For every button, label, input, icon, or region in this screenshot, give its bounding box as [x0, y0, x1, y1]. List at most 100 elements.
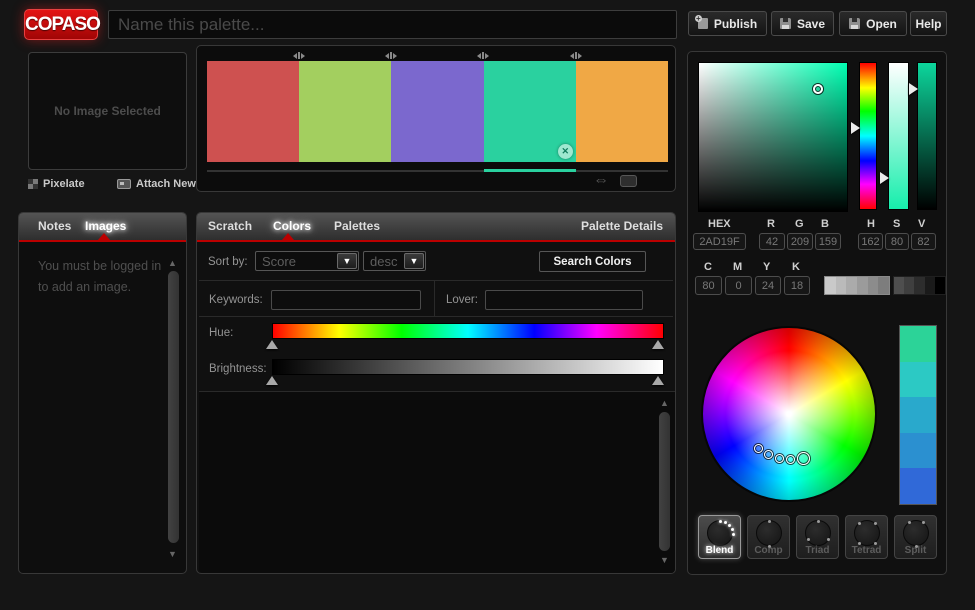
divider-sort-keywords: [199, 280, 673, 281]
publish-button[interactable]: + Publish: [688, 11, 767, 36]
value-vertical-bar[interactable]: [917, 62, 937, 210]
hue-bar-pointer[interactable]: [851, 122, 860, 134]
palette-name-input[interactable]: [108, 10, 677, 39]
pixelate-button[interactable]: Pixelate: [28, 178, 85, 190]
brightness-slider-handle-max[interactable]: [652, 376, 664, 385]
keywords-label: Keywords:: [209, 294, 263, 306]
publish-label: Publish: [714, 17, 757, 31]
blend-label: Blend: [699, 545, 740, 556]
gray-swatch[interactable]: [925, 277, 935, 294]
results-scrollbar-thumb[interactable]: [659, 412, 670, 551]
gray-swatch[interactable]: [935, 277, 945, 294]
sv-picker-marker[interactable]: [813, 84, 823, 94]
left-scrollbar-thumb[interactable]: [168, 271, 179, 543]
m-field[interactable]: [725, 276, 752, 295]
search-colors-label: Search Colors: [554, 256, 632, 268]
wheel-marker-1[interactable]: [754, 444, 763, 453]
lover-input[interactable]: [485, 290, 643, 310]
attach-new-button[interactable]: Attach New: [117, 178, 196, 190]
palette-swatch-5[interactable]: [576, 61, 668, 162]
comp-button[interactable]: Comp: [747, 515, 790, 559]
gray-swatch[interactable]: [846, 277, 857, 294]
hue-slider-handle-min[interactable]: [266, 340, 278, 349]
left-scroll-up-icon[interactable]: ▲: [168, 259, 177, 268]
tab-scratch[interactable]: Scratch: [208, 219, 252, 233]
hue-slider-handle-max[interactable]: [652, 340, 664, 349]
gray-swatch[interactable]: [825, 277, 836, 294]
wheel-marker-3[interactable]: [775, 454, 784, 463]
search-colors-button[interactable]: Search Colors: [539, 251, 646, 272]
save-floppy-icon: [780, 18, 791, 29]
swatch-divider-handle-2[interactable]: [380, 51, 402, 60]
c-field[interactable]: [695, 276, 722, 295]
remove-swatch-icon[interactable]: ✕: [558, 144, 573, 159]
gray-swatch[interactable]: [868, 277, 879, 294]
sort-dir-select[interactable]: desc ▼: [363, 251, 426, 271]
help-button[interactable]: Help: [910, 11, 947, 36]
tab-notes[interactable]: Notes: [38, 219, 71, 233]
color-picker-panel: HEX R G B H S V C M Y K: [687, 51, 947, 575]
palette-swatch-4-selected[interactable]: ✕: [484, 61, 576, 162]
image-preview-box: No Image Selected: [28, 52, 187, 170]
gray-swatch[interactable]: [914, 277, 924, 294]
results-scroll-down-icon[interactable]: ▼: [660, 556, 669, 565]
y-field[interactable]: [755, 276, 781, 295]
brightness-range-slider[interactable]: [272, 359, 664, 375]
palette-swatch-2[interactable]: [299, 61, 391, 162]
triad-button[interactable]: Triad: [796, 515, 839, 559]
wheel-marker-selected[interactable]: [797, 452, 810, 465]
saturation-bar-pointer[interactable]: [880, 172, 889, 184]
save-button[interactable]: Save: [771, 11, 834, 36]
column-swatch-4[interactable]: [900, 433, 936, 469]
swatch-divider-handle-3[interactable]: [472, 51, 494, 60]
wheel-marker-2[interactable]: [764, 450, 773, 459]
tetrad-label: Tetrad: [846, 545, 887, 556]
gray-swatch[interactable]: [904, 277, 914, 294]
hue-range-slider[interactable]: [272, 323, 664, 339]
h-label: H: [867, 218, 875, 230]
g-field[interactable]: [787, 233, 813, 250]
r-field[interactable]: [759, 233, 785, 250]
swatch-divider-handle-4[interactable]: [565, 51, 587, 60]
tab-images[interactable]: Images: [85, 219, 126, 233]
hue-vertical-bar[interactable]: [859, 62, 877, 210]
saturation-vertical-bar[interactable]: [888, 62, 909, 210]
blend-button[interactable]: Blend: [698, 515, 741, 559]
gray-swatch[interactable]: [878, 277, 889, 294]
hex-field[interactable]: [693, 233, 746, 250]
s-field[interactable]: [885, 233, 909, 250]
keywords-input[interactable]: [271, 290, 421, 310]
k-field[interactable]: [784, 276, 810, 295]
palette-swatch-3[interactable]: [391, 61, 483, 162]
v-field[interactable]: [911, 233, 936, 250]
value-bar-pointer[interactable]: [909, 83, 918, 95]
gray-swatch[interactable]: [894, 277, 904, 294]
column-swatch-3[interactable]: [900, 397, 936, 433]
open-button[interactable]: Open: [839, 11, 907, 36]
fullscreen-preview-icon[interactable]: [620, 175, 637, 187]
results-scroll-up-icon[interactable]: ▲: [660, 399, 669, 408]
column-swatch-5[interactable]: [900, 468, 936, 504]
gray-swatch[interactable]: [857, 277, 868, 294]
wheel-marker-4[interactable]: [786, 455, 795, 464]
brightness-slider-handle-min[interactable]: [266, 376, 278, 385]
split-button[interactable]: Split: [894, 515, 937, 559]
color-wheel[interactable]: [701, 326, 877, 502]
saturation-value-picker[interactable]: [698, 62, 848, 212]
gray-swatch[interactable]: [836, 277, 847, 294]
palette-details-label: Palette Details: [581, 219, 663, 233]
h-field[interactable]: [858, 233, 883, 250]
column-swatch-1[interactable]: [900, 326, 936, 362]
palette-swatch-1[interactable]: [207, 61, 299, 162]
left-scroll-down-icon[interactable]: ▼: [168, 550, 177, 559]
save-label: Save: [797, 17, 825, 31]
tab-colors[interactable]: Colors: [273, 219, 311, 233]
sort-field-select[interactable]: Score ▼: [255, 251, 359, 271]
tetrad-button[interactable]: Tetrad: [845, 515, 888, 559]
no-image-text: No Image Selected: [54, 104, 161, 118]
reorder-arrows-icon[interactable]: ⇔: [593, 173, 609, 189]
b-field[interactable]: [815, 233, 841, 250]
swatch-divider-handle-1[interactable]: [288, 51, 310, 60]
tab-palettes[interactable]: Palettes: [334, 219, 380, 233]
column-swatch-2[interactable]: [900, 362, 936, 398]
